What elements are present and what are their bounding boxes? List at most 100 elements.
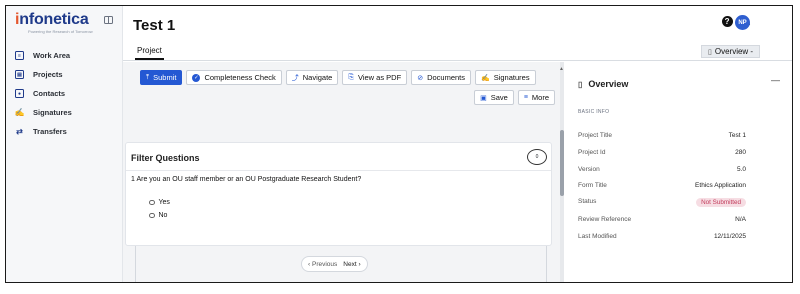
sidebar-item-projects[interactable]: ▤ Projects — [6, 65, 122, 84]
minimize-button[interactable]: — — [771, 75, 780, 85]
brand-logo[interactable]: infonetica — [15, 11, 89, 29]
sidebar-item-label: Transfers — [33, 127, 67, 136]
page-title: Test 1 — [133, 17, 176, 34]
app-window: infonetica Powering the Research of Tomo… — [5, 5, 793, 283]
submit-button-label: Submit — [153, 73, 177, 82]
menu-lines-icon: ≡ — [523, 94, 528, 101]
navigate-button[interactable]: ⤴ Navigate — [285, 70, 339, 85]
comment-bubble-icon[interactable]: 0 — [527, 149, 547, 165]
completeness-check-button[interactable]: ✓ Completeness Check — [186, 70, 282, 85]
previous-label: Previous — [311, 260, 338, 268]
radio-option-yes[interactable]: Yes — [149, 199, 170, 206]
document-icon: ≡ — [15, 51, 24, 60]
more-button[interactable]: ≡ More — [517, 90, 555, 105]
next-button[interactable]: Next › — [343, 261, 360, 268]
signatures-label: Signatures — [493, 73, 530, 82]
toolbar: ⤒ Submit ✓ Completeness Check ⤴ Navigate… — [140, 70, 536, 85]
field-value: Test 1 — [728, 132, 746, 139]
documents-button[interactable]: ⊘ Documents — [411, 70, 471, 85]
section-divider — [126, 170, 551, 171]
brand-tagline: Powering the Research of Tomorrow — [28, 29, 93, 34]
sidebar-item-contacts[interactable]: ● Contacts — [6, 84, 122, 103]
previous-button[interactable]: ‹ Previous — [308, 261, 337, 268]
signature-icon: ✍ — [481, 74, 490, 82]
overview-field-project-id: Project Id 280 — [578, 149, 746, 156]
secondary-toolbar: ▣ Save ≡ More — [474, 90, 555, 105]
radio-option-label: No — [158, 212, 168, 219]
overview-title-text: Overview — [588, 79, 629, 89]
navigate-icon: ⤴ — [291, 74, 299, 82]
section-title: Filter Questions — [131, 153, 200, 163]
field-value: N/A — [735, 216, 746, 223]
signatures-button[interactable]: ✍ Signatures — [475, 70, 536, 85]
tab-overview-label: Overview - — [714, 47, 754, 56]
field-value: Ethics Application — [695, 182, 746, 189]
field-value: 12/11/2025 — [713, 233, 746, 240]
documents-label: Documents — [427, 73, 465, 82]
filter-questions-section: Filter Questions 0 1 Are you an OU staff… — [125, 142, 552, 246]
completeness-check-label: Completeness Check — [204, 73, 276, 82]
sidebar-item-label: Projects — [33, 70, 63, 79]
next-label: Next — [343, 260, 357, 268]
check-circle-icon: ✓ — [192, 73, 201, 82]
document-icon: ▯ — [578, 79, 583, 89]
project-form-area: ⤒ Submit ✓ Completeness Check ⤴ Navigate… — [123, 62, 563, 282]
avatar[interactable]: NP — [735, 15, 750, 30]
question-text: 1 Are you an OU staff member or an OU Po… — [131, 176, 362, 183]
sidebar-item-label: Contacts — [33, 89, 66, 98]
basic-info-label: BASIC INFO — [578, 109, 610, 115]
field-value: 5.0 — [736, 166, 746, 173]
more-label: More — [531, 93, 549, 102]
sidebar-item-label: Signatures — [33, 108, 72, 117]
field-label: Form Title — [578, 182, 607, 189]
overview-field-project-title: Project Title Test 1 — [578, 132, 746, 139]
field-label: Version — [578, 166, 600, 173]
scrollbar-thumb[interactable] — [560, 130, 564, 196]
radio-button[interactable] — [149, 199, 155, 206]
overview-field-review-reference: Review Reference N/A — [578, 216, 746, 223]
sidebar-collapse-icon[interactable] — [104, 16, 113, 24]
help-icon[interactable]: ? — [721, 16, 733, 27]
sidebar-nav: ≡ Work Area ▤ Projects ● Contacts ✍ Sign… — [6, 46, 122, 141]
save-button[interactable]: ▣ Save — [474, 90, 514, 105]
field-label: Status — [578, 198, 597, 205]
sidebar-item-label: Work Area — [33, 51, 71, 60]
radio-button[interactable] — [149, 212, 155, 219]
upload-icon: ⤒ — [146, 73, 150, 81]
radio-option-no[interactable]: No — [149, 212, 167, 219]
radio-option-label: Yes — [158, 199, 170, 206]
view-as-pdf-label: View as PDF — [357, 73, 402, 82]
clipboard-icon: ▤ — [15, 70, 24, 79]
save-disk-icon: ▣ — [480, 94, 487, 102]
overview-field-last-modified: Last Modified 12/11/2025 — [578, 233, 746, 240]
paperclip-icon: ⊘ — [417, 74, 424, 82]
field-label: Project Title — [578, 132, 612, 139]
main-scrollbar[interactable] — [560, 62, 564, 282]
document-icon: ▯ — [708, 48, 712, 56]
field-label: Project Id — [578, 149, 606, 156]
transfer-arrows-icon: ⇄ — [16, 127, 23, 136]
navigate-label: Navigate — [302, 73, 333, 82]
sidebar-item-work-area[interactable]: ≡ Work Area — [6, 46, 122, 65]
overview-field-version: Version 5.0 — [578, 166, 746, 173]
sidebar-item-signatures[interactable]: ✍ Signatures — [6, 103, 122, 122]
contact-card-icon: ● — [15, 89, 24, 98]
sidebar-item-transfers[interactable]: ⇄ Transfers — [6, 122, 122, 141]
field-value: 280 — [735, 149, 746, 156]
view-as-pdf-button[interactable]: ⎘ View as PDF — [342, 70, 408, 85]
submit-button[interactable]: ⤒ Submit — [140, 70, 183, 85]
tab-bar: Project ▯ Overview - — [123, 44, 792, 61]
pagination: ‹ Previous Next › — [301, 256, 368, 272]
comment-count: 0 — [535, 154, 539, 160]
field-label: Last Modified — [578, 233, 617, 240]
overview-field-form-title: Form Title Ethics Application — [578, 182, 746, 189]
brand-logo-rest: nfonetica — [19, 11, 89, 28]
scroll-up-arrow-icon[interactable]: ▲ — [559, 66, 564, 72]
overview-field-status: Status Not Submitted — [578, 198, 746, 207]
pdf-export-icon: ⎘ — [348, 73, 354, 81]
overview-panel: ▯ Overview — BASIC INFO Project Title Te… — [566, 62, 792, 282]
tab-overview[interactable]: ▯ Overview - — [701, 45, 761, 58]
overview-title: ▯ Overview — [578, 79, 628, 89]
tab-project[interactable]: Project — [135, 46, 164, 60]
status-badge: Not Submitted — [696, 198, 746, 207]
